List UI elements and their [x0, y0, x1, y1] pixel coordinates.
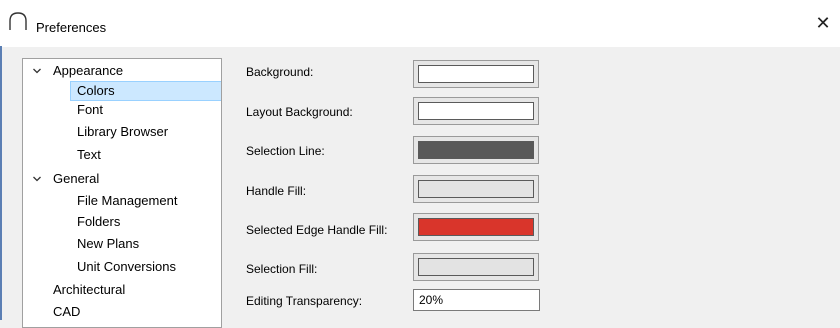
tree-item-library-browser[interactable]: Library Browser: [77, 122, 168, 142]
tree-item-label: Appearance: [53, 63, 124, 78]
selected-edge-handle-fill-color-button[interactable]: [413, 213, 539, 241]
color-swatch: [418, 141, 534, 159]
tree-item-label: Unit Conversions: [77, 259, 176, 274]
selection-fill-color-button[interactable]: [413, 253, 539, 281]
tree-item-label: Colors: [77, 83, 115, 98]
tree-item-unit-conversions[interactable]: Unit Conversions: [77, 257, 176, 277]
color-swatch: [418, 218, 534, 236]
category-tree[interactable]: Appearance Colors Font Library Browser T…: [22, 58, 222, 328]
tree-item-architectural[interactable]: Architectural: [53, 280, 125, 300]
tree-item-font[interactable]: Font: [77, 100, 103, 120]
close-icon: ✕: [815, 12, 831, 33]
tree-item-folders[interactable]: Folders: [77, 212, 120, 232]
color-swatch: [418, 180, 534, 198]
tree-item-new-plans[interactable]: New Plans: [77, 234, 139, 254]
title-bar: Preferences ✕: [0, 0, 840, 47]
tree-item-label: Folders: [77, 214, 121, 229]
tree-item-file-management[interactable]: File Management: [77, 191, 177, 211]
tree-item-text[interactable]: Text: [77, 145, 101, 165]
color-swatch: [418, 102, 534, 120]
tree-item-cad[interactable]: CAD: [53, 302, 80, 322]
window-title: Preferences: [36, 20, 107, 35]
background-label: Background:: [246, 65, 314, 79]
chevron-down-icon[interactable]: [31, 61, 43, 81]
handle-fill-color-button[interactable]: [413, 175, 539, 203]
selection-line-label: Selection Line:: [246, 144, 325, 158]
tree-item-colors[interactable]: Colors: [70, 81, 221, 101]
window-left-border: [0, 46, 2, 320]
layout-background-color-button[interactable]: [413, 97, 539, 125]
tree-item-label: New Plans: [77, 236, 140, 251]
tree-item-label: File Management: [77, 193, 178, 208]
tree-item-label: Architectural: [53, 282, 126, 297]
tree-item-label: Font: [77, 102, 104, 117]
color-swatch: [418, 65, 534, 83]
tree-item-label: Library Browser: [77, 124, 169, 139]
chevron-down-icon[interactable]: [31, 169, 43, 189]
tree-item-appearance[interactable]: Appearance: [31, 61, 211, 81]
close-button[interactable]: ✕: [810, 10, 836, 36]
editing-transparency-label: Editing Transparency:: [246, 294, 363, 308]
tree-item-label: Text: [77, 147, 101, 162]
tree-item-label: CAD: [53, 304, 81, 319]
handle-fill-label: Handle Fill:: [246, 184, 307, 198]
background-color-button[interactable]: [413, 60, 539, 88]
layout-background-label: Layout Background:: [246, 105, 353, 119]
tree-item-label: General: [53, 171, 100, 186]
selected-edge-handle-fill-label: Selected Edge Handle Fill:: [246, 223, 388, 237]
color-swatch: [418, 258, 534, 276]
tree-item-general[interactable]: General: [31, 169, 211, 189]
app-logo-icon: [9, 12, 27, 30]
selection-fill-label: Selection Fill:: [246, 262, 318, 276]
selection-line-color-button[interactable]: [413, 136, 539, 164]
editing-transparency-input[interactable]: [413, 289, 540, 311]
